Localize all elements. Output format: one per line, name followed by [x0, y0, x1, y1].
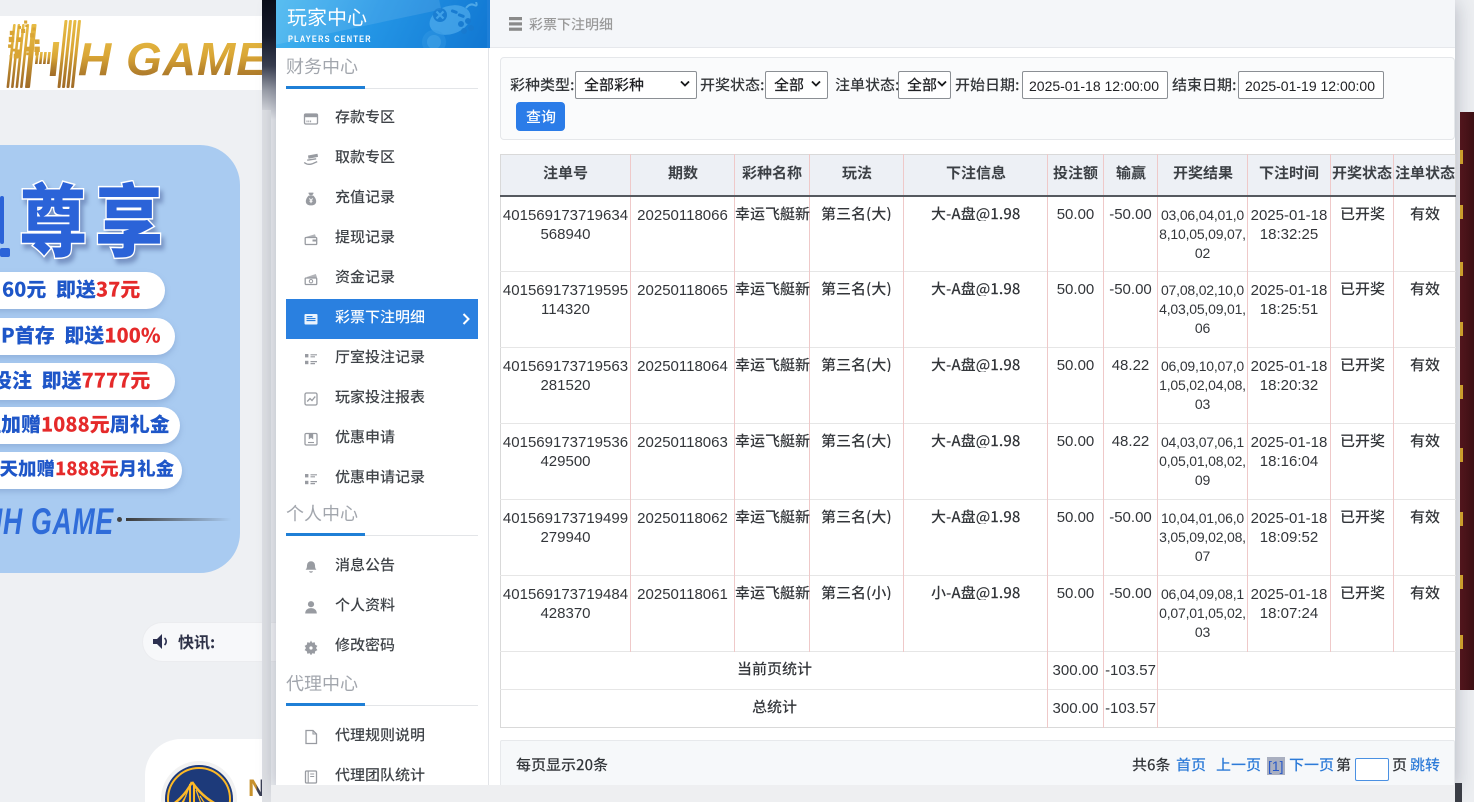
- svg-text:H GAME: H GAME: [78, 33, 268, 85]
